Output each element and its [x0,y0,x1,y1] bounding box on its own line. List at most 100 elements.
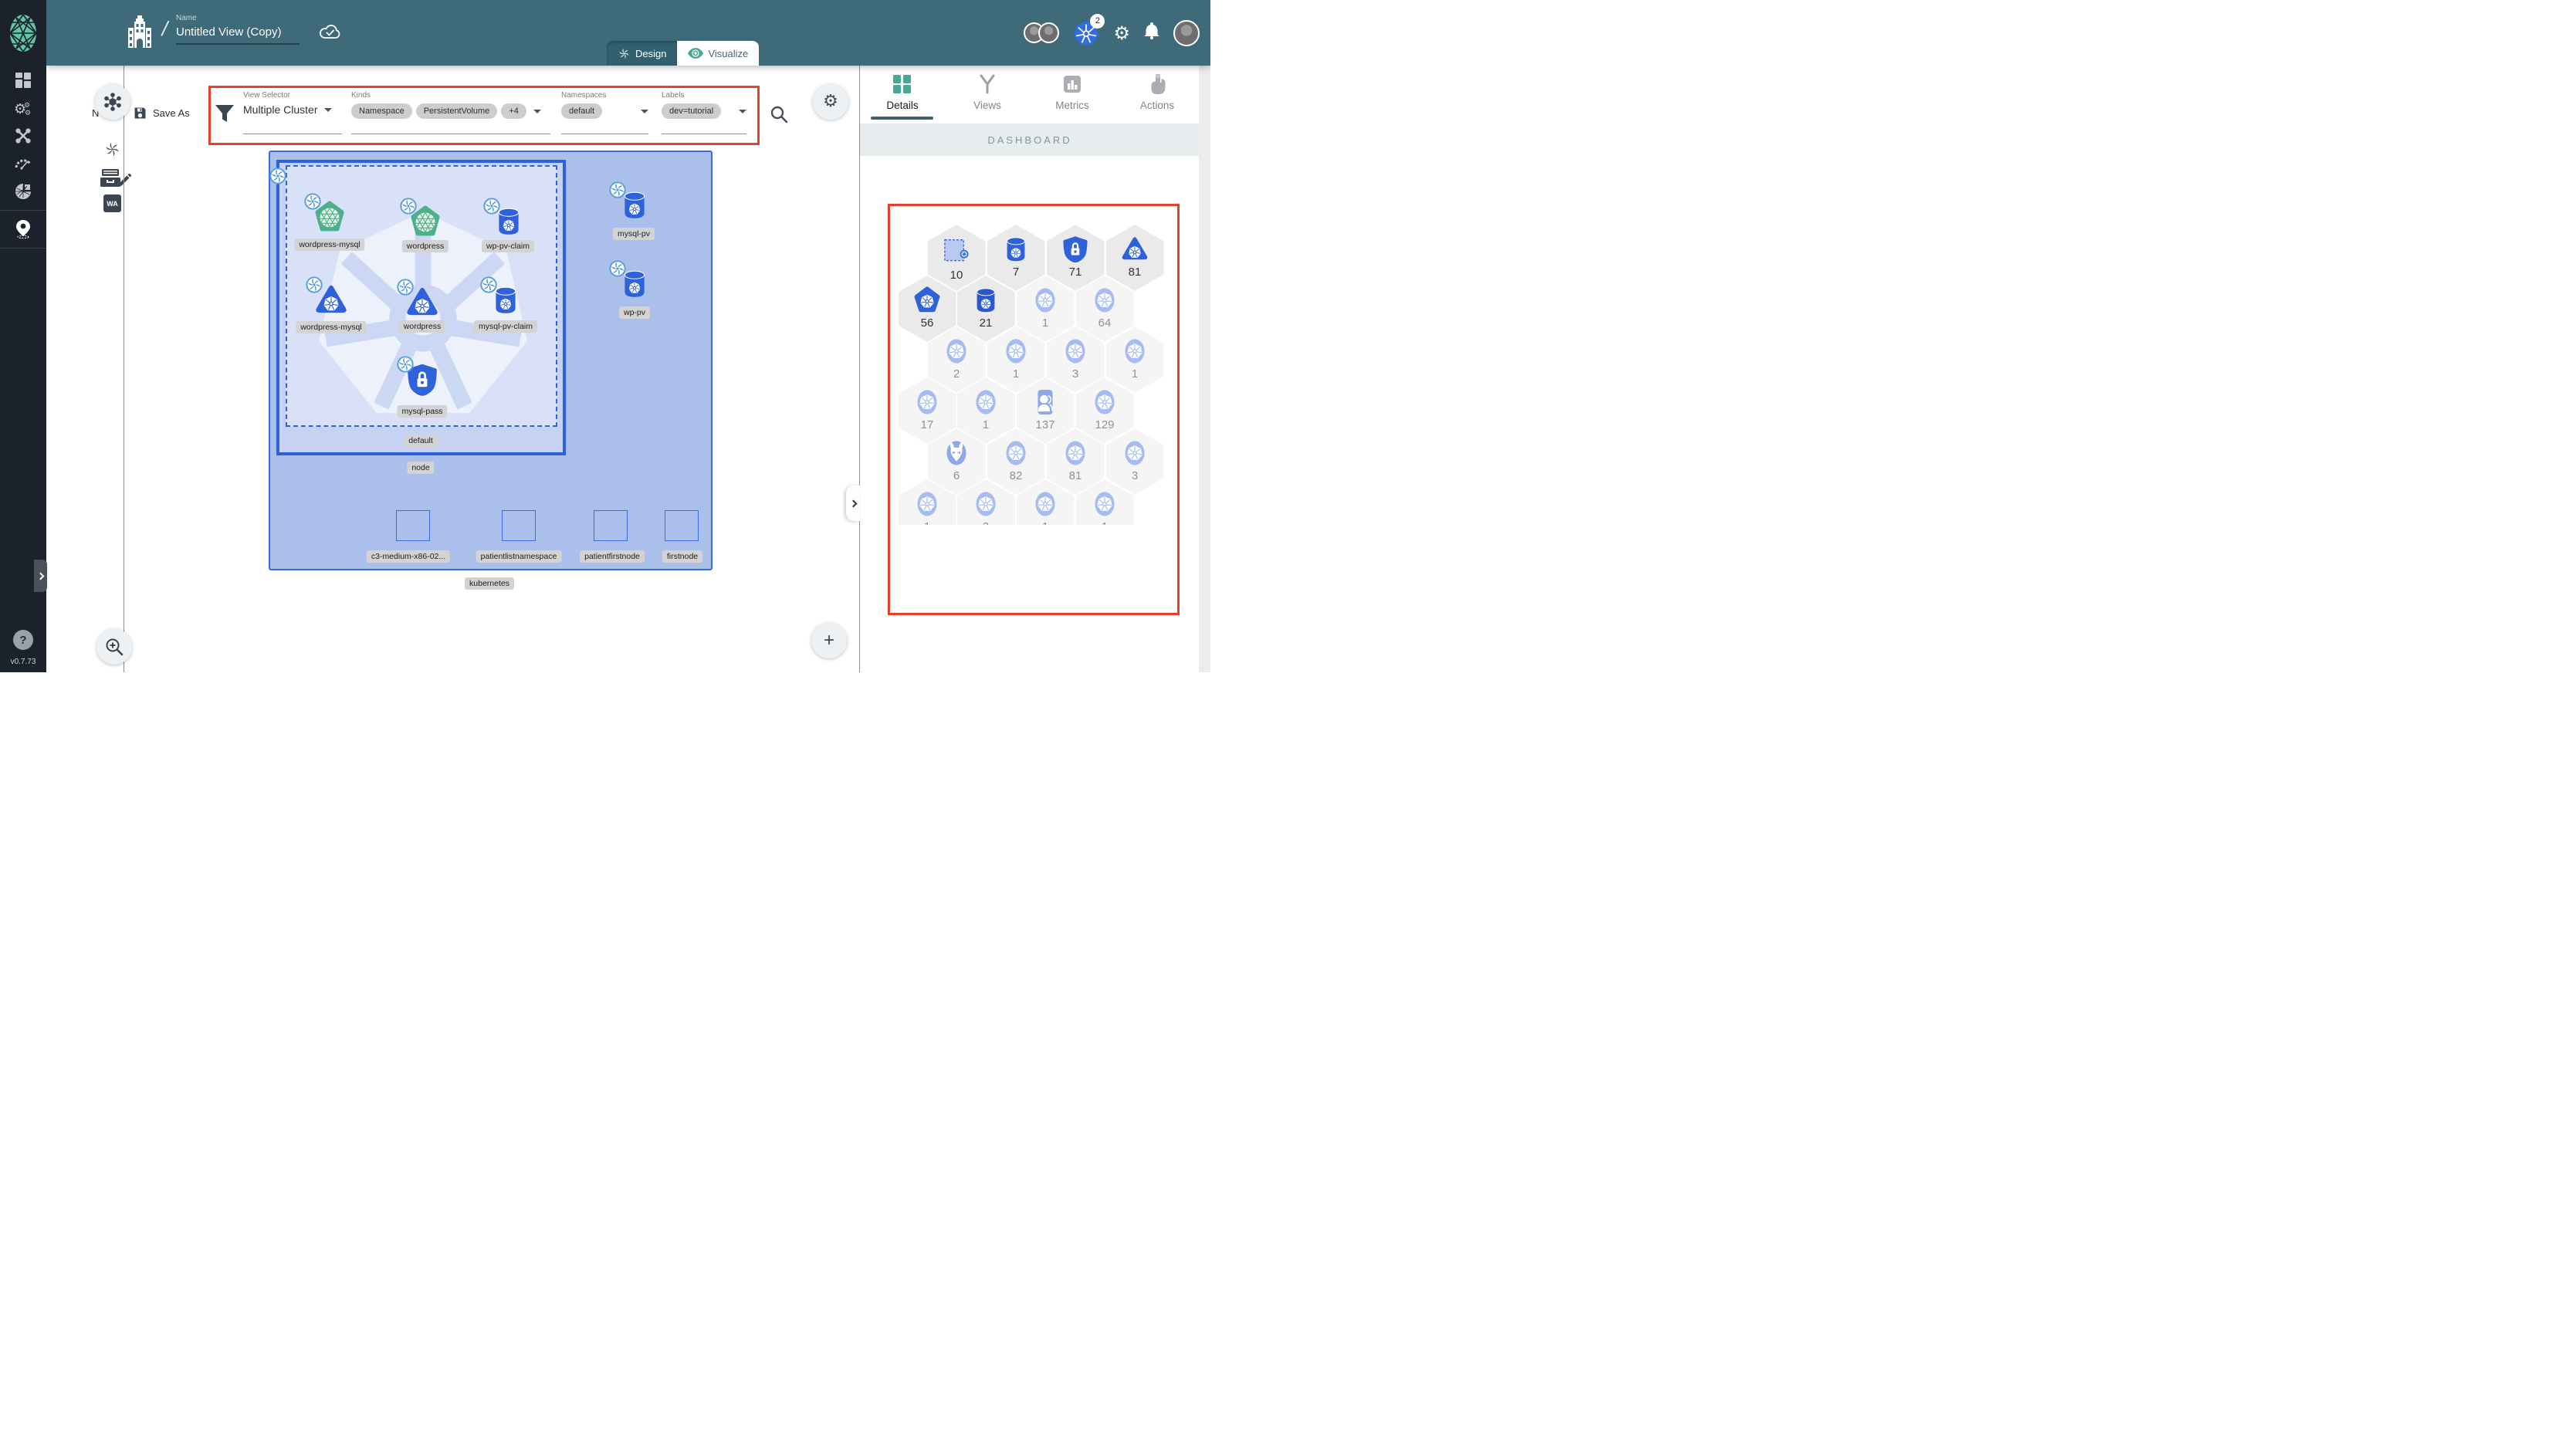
resource-count: 6 [953,469,960,482]
resource-count: 137 [1035,418,1055,431]
edit-pencil-icon[interactable] [117,174,131,191]
view-name-input[interactable] [176,25,300,45]
new-node-button[interactable] [95,84,130,120]
panel-collapse-button[interactable] [846,485,860,521]
chevron-down-icon [739,109,746,113]
resource-count: 3 [1071,367,1079,381]
labels-filter[interactable]: Labels dev=tutorial [662,91,746,134]
filter-chip[interactable]: dev=tutorial [662,103,722,119]
resource-count: 71 [1068,266,1082,279]
dashboard-icon[interactable] [0,66,46,94]
tab-details[interactable]: Details [860,66,945,120]
view-name-field: Name [176,14,300,45]
managed-badge-icon [397,279,414,299]
resource-count: 81 [1128,266,1142,279]
canvas-empty-node-patientfirstnode[interactable] [594,510,628,541]
canvas-settings-button[interactable]: ⚙ [813,84,848,120]
node-label: node [407,462,435,474]
hex-resource-pod[interactable]: 81 [1105,225,1164,291]
search-icon[interactable] [770,105,788,127]
app-header: / Name 2 ⚙ Design [46,0,1210,66]
version-label: v0.7.73 [10,658,36,666]
managed-badge-icon [400,198,417,218]
kinds-filter[interactable]: Kinds Namespace PersistentVolume +4 [351,91,550,134]
tab-visualize[interactable]: Visualize [677,41,760,66]
filter-chip[interactable]: default [561,103,603,119]
filter-funnel-icon[interactable] [215,103,235,127]
collaborator-avatar[interactable] [1038,22,1060,43]
node-label: mysql-pass [397,405,448,418]
namespaces-filter[interactable]: Namespaces default [561,91,648,134]
performance-gauge-icon[interactable] [0,150,46,178]
resource-count: 1 [1041,316,1049,330]
sidebar-expand-button[interactable] [34,560,47,592]
managed-badge-icon [304,193,321,214]
configuration-tools-icon[interactable] [0,122,46,150]
node-label: wp-pv [618,306,651,319]
resource-count: 82 [1009,469,1023,482]
resource-count: 1 [924,520,930,525]
hex-resource-crd[interactable]: 1 [1105,326,1164,393]
node-label: mysql-pv-claim [473,320,538,333]
metrics-chart-icon [1064,76,1081,93]
view-selector-dropdown[interactable]: View Selector Multiple Cluster [243,91,342,134]
filter-chip[interactable]: PersistentVolume [415,103,498,119]
node-label: wordpress-mysql [296,321,367,333]
resource-count: 1 [1012,367,1020,381]
add-button[interactable]: + [811,623,847,658]
resource-count: 1 [1102,520,1108,525]
managed-badge-icon [609,260,626,281]
name-field-label: Name [176,14,197,22]
help-button[interactable]: ? [13,630,33,650]
designs-spiral-icon[interactable] [103,140,121,162]
panel-tabs: Details Views Metrics Actions [860,66,1200,120]
tab-design[interactable]: Design [607,41,678,66]
hex-resource-crd[interactable]: 3 [1105,428,1164,495]
resource-count: 3 [983,520,989,525]
mode-toggle: Design Visualize [607,41,760,66]
app-root: ⚙ ⚙ ⚙ ? v0.7.73 / Name Untitled View (Co… [0,0,1210,672]
wasm-filter-icon[interactable]: WA [103,195,121,212]
user-avatar[interactable] [1173,19,1200,46]
resource-count: 10 [949,269,963,282]
chevron-down-icon [533,109,541,113]
dashboard-section-header: DASHBOARD [860,123,1200,156]
extensions-icon[interactable] [0,178,46,205]
kanvas-pin-icon[interactable] [0,215,46,243]
settings-gear-icon[interactable]: ⚙ [1113,24,1130,42]
resource-count: 81 [1068,469,1082,482]
canvas-empty-node-firstnode[interactable] [665,510,699,541]
tab-views[interactable]: Views [945,66,1030,120]
canvas-tool-rail: WA [46,66,131,672]
panel-scrollbar-track[interactable] [1199,66,1210,672]
canvas-empty-node-patientlistnamespace[interactable] [502,510,536,541]
zoom-in-button[interactable] [96,629,132,665]
managed-badge-icon [306,276,323,297]
managed-badge-icon [609,181,626,202]
filter-chip[interactable]: Namespace [351,103,412,119]
notifications-bell-icon[interactable] [1144,22,1159,43]
resource-count: 17 [920,418,934,431]
resource-count: 2 [953,367,960,381]
resource-count: 129 [1095,418,1115,431]
tab-actions[interactable]: Actions [1115,66,1200,120]
managed-badge-icon [483,198,500,218]
meshery-logo-icon[interactable] [8,13,38,57]
node-label: wordpress-mysql [294,238,365,251]
resource-count: 21 [979,316,993,330]
chevron-down-icon [641,109,648,113]
tab-metrics[interactable]: Metrics [1030,66,1115,120]
sidebar-divider [0,210,46,211]
resource-count: 1 [1042,520,1048,525]
canvas-empty-node-c3-medium-x86-02...[interactable] [396,510,430,541]
filter-chip[interactable]: +4 [501,103,526,119]
kubernetes-context-switcher[interactable]: 2 [1073,13,1105,46]
cloud-sync-icon[interactable] [320,23,340,44]
collaborator-avatars [1024,22,1060,43]
lifecycle-gears-icon[interactable]: ⚙ ⚙ ⚙ [0,94,46,122]
views-icon [980,74,995,94]
save-as-button[interactable]: Save As [134,107,190,120]
organization-icon[interactable] [128,14,151,52]
floppy-save-icon [134,107,146,119]
svg-text:⚙: ⚙ [25,110,31,117]
